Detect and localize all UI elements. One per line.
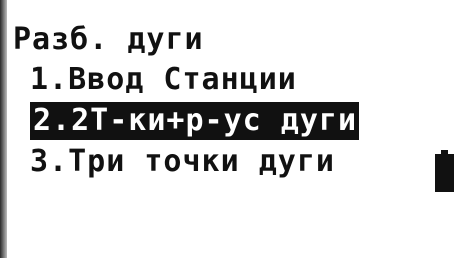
- menu-item-three-points-arc[interactable]: 3.Три точки дуги: [30, 143, 335, 181]
- menu-item-station-input[interactable]: 1.Ввод Станции: [30, 61, 297, 99]
- menu-item-two-points-radius-selected[interactable]: 2.2Т-ки+р-ус дуги: [30, 102, 360, 140]
- lcd-screen: Разб. дуги 1.Ввод Станции 2.2Т-ки+р-ус д…: [0, 0, 454, 258]
- battery-icon: [435, 150, 454, 192]
- battery-level-fill: [435, 154, 454, 192]
- screen-bezel-edge: [0, 0, 7, 258]
- page-title: Разб. дуги: [13, 22, 204, 57]
